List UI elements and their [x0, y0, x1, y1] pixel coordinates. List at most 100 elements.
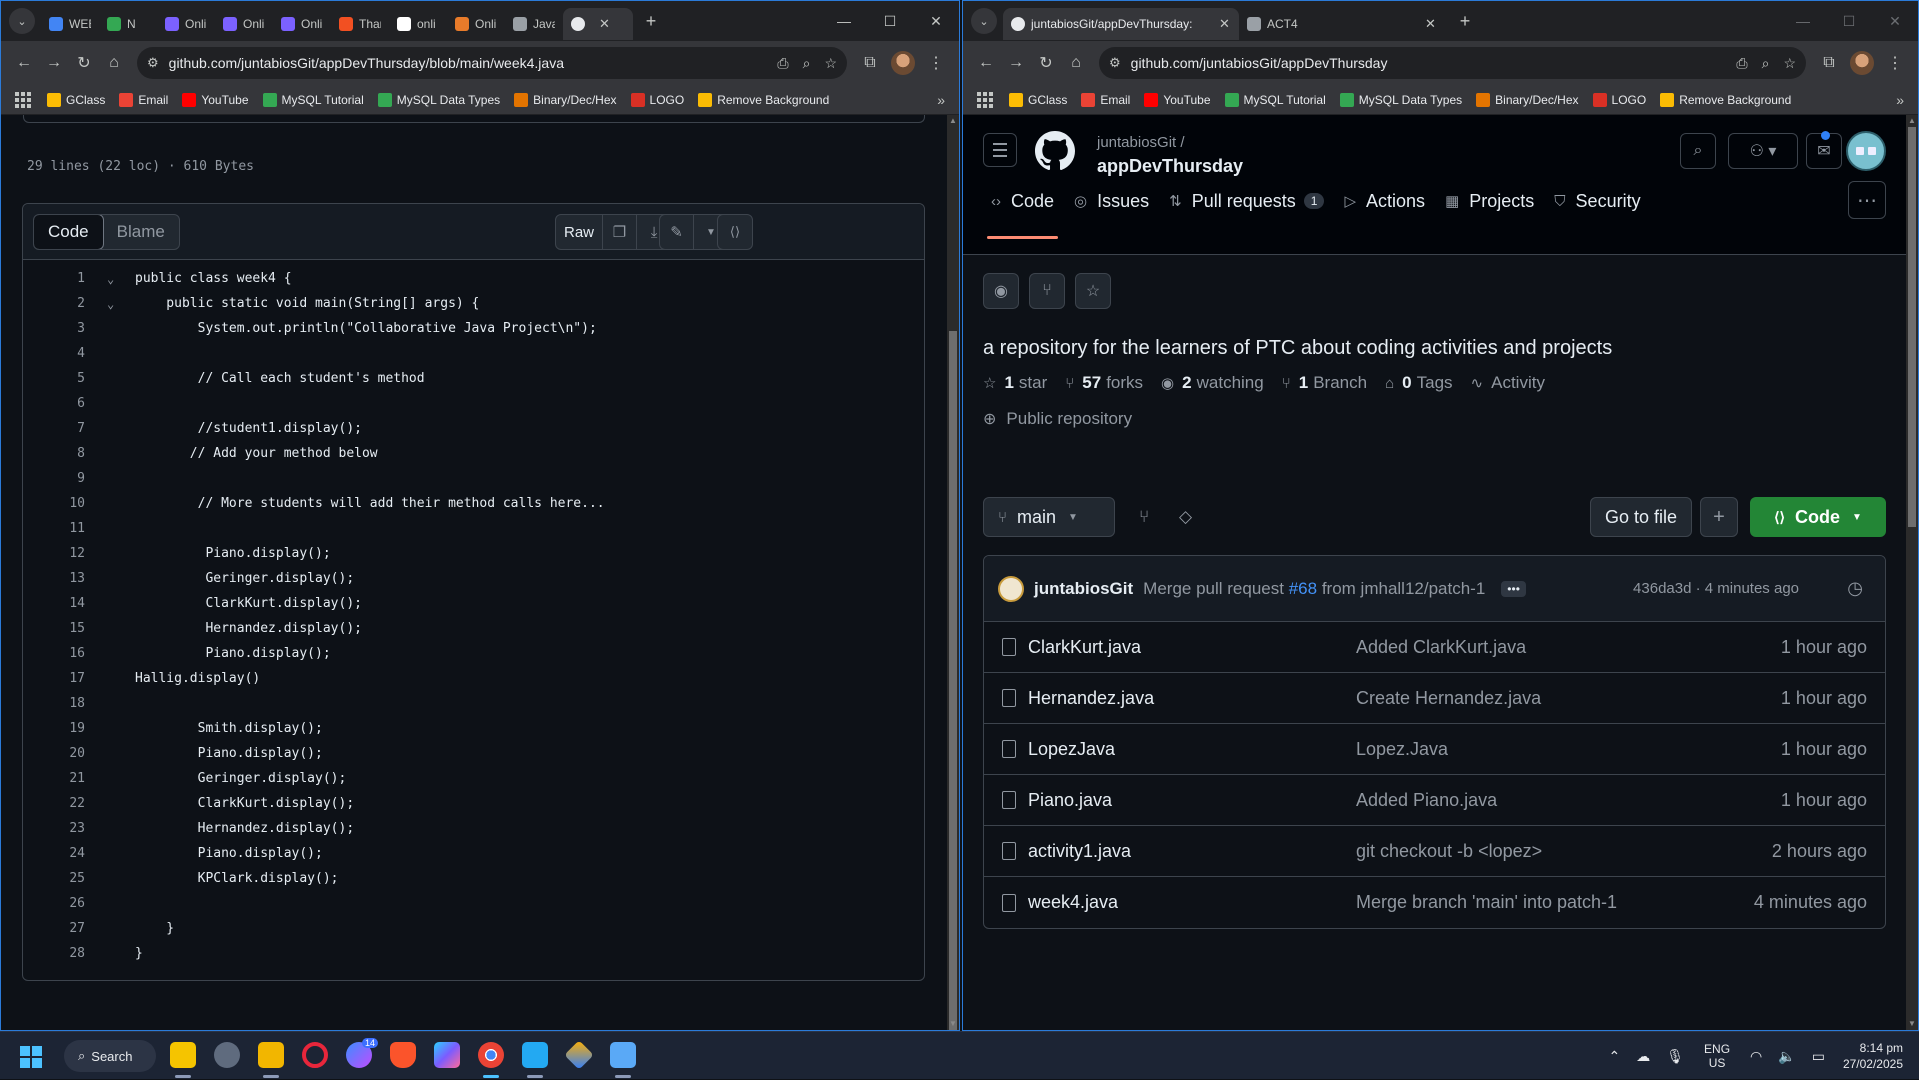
profile-avatar[interactable] [891, 51, 915, 75]
file-name-link[interactable]: Piano.java [1028, 790, 1356, 811]
repo-name-link[interactable]: appDevThursday [1097, 156, 1243, 177]
scroll-down-icon[interactable]: ▼ [947, 1018, 959, 1030]
new-tab-button[interactable]: + [637, 7, 665, 35]
line-number[interactable]: 12 [23, 546, 95, 561]
line-number[interactable]: 7 [23, 421, 95, 436]
line-number[interactable]: 1 [23, 271, 95, 286]
bookmark-item[interactable]: LOGO [1592, 92, 1646, 107]
onedrive-icon[interactable]: ☁ [1636, 1048, 1650, 1065]
history-icon[interactable]: ◷ [1847, 578, 1863, 599]
raw-button[interactable]: Raw [556, 215, 604, 249]
line-number[interactable]: 18 [23, 696, 95, 711]
go-to-file-button[interactable]: Go to file [1589, 497, 1692, 537]
home-icon[interactable]: ⌂ [1061, 48, 1091, 78]
line-number[interactable]: 11 [23, 521, 95, 536]
close-tab-icon[interactable]: ✕ [1219, 16, 1230, 32]
clock[interactable]: 8:14 pm 27/02/2025 [1843, 1040, 1903, 1072]
repo-tab-pull-requests[interactable]: ⇅ Pull requests 1 [1159, 183, 1334, 219]
tab-active-java[interactable]: ✕ [563, 8, 633, 40]
fork-icon[interactable]: ⑂ [1029, 273, 1065, 309]
browser-tab[interactable]: Onli [157, 8, 215, 40]
watch-eye-icon[interactable]: ◉ [983, 273, 1019, 309]
tab-blame[interactable]: Blame [103, 215, 179, 249]
site-info-icon[interactable]: ⚙ [1109, 55, 1121, 71]
tab-search-button[interactable]: ⌄ [9, 8, 35, 34]
branches-icon[interactable]: ⑂ [1139, 497, 1149, 537]
file-commit-message[interactable]: Merge branch 'main' into patch-1 [1356, 892, 1617, 913]
line-number[interactable]: 15 [23, 621, 95, 636]
back-icon[interactable]: ← [9, 48, 39, 78]
file-name-link[interactable]: ClarkKurt.java [1028, 637, 1356, 658]
github-logo-icon[interactable] [1035, 131, 1075, 171]
bookmark-item[interactable]: Remove Background [1660, 92, 1791, 107]
bookmark-item[interactable]: MySQL Tutorial [1224, 92, 1326, 107]
bookmark-item[interactable]: Email [1081, 92, 1130, 107]
scroll-thumb[interactable] [1908, 127, 1916, 527]
line-number[interactable]: 22 [23, 796, 95, 811]
bookmark-star-icon[interactable]: ☆ [824, 55, 837, 72]
forward-icon[interactable]: → [39, 48, 69, 78]
home-icon[interactable]: ⌂ [99, 48, 129, 78]
line-number[interactable]: 27 [23, 921, 95, 936]
sticky-notes-icon[interactable] [170, 1042, 196, 1068]
apps-icon[interactable] [15, 91, 31, 108]
copilot-app-icon[interactable] [434, 1042, 460, 1068]
commit-hash-time[interactable]: 436da3d · 4 minutes ago [1633, 580, 1799, 597]
line-number[interactable]: 6 [23, 396, 95, 411]
scroll-up-icon[interactable]: ▲ [1906, 115, 1918, 127]
menu-icon[interactable]: ⋮ [921, 48, 951, 78]
line-number[interactable]: 8 [23, 446, 95, 461]
minimize-icon[interactable]: — [1780, 1, 1826, 41]
code-dropdown-button[interactable]: ⟨⟩ Code ▼ [1750, 497, 1886, 537]
user-avatar[interactable] [1846, 131, 1886, 171]
chrome-icon[interactable] [478, 1042, 504, 1068]
wifi-icon[interactable]: ◠ [1750, 1048, 1762, 1065]
browser-tab[interactable]: Thar [331, 8, 389, 40]
microphone-icon[interactable]: 🎙 [1666, 1048, 1684, 1065]
line-number[interactable]: 16 [23, 646, 95, 661]
back-icon[interactable]: ← [971, 48, 1001, 78]
repo-tab-issues[interactable]: ◎ Issues [1064, 183, 1159, 219]
scroll-down-icon[interactable]: ▼ [1906, 1018, 1918, 1030]
line-number[interactable]: 9 [23, 471, 95, 486]
bookmark-item[interactable]: YouTube [1144, 92, 1211, 107]
more-bookmarks-icon[interactable]: » [1896, 92, 1904, 108]
stars-link[interactable]: ☆ 1 star [983, 373, 1047, 393]
scrollbar[interactable]: ▲ ▼ [1906, 115, 1918, 1030]
bookmark-item[interactable]: Binary/Dec/Hex [514, 92, 617, 107]
file-name-link[interactable]: LopezJava [1028, 739, 1356, 760]
tab-search-button[interactable]: ⌄ [971, 8, 997, 34]
file-commit-message[interactable]: Create Hernandez.java [1356, 688, 1541, 709]
line-number[interactable]: 21 [23, 771, 95, 786]
hamburger-menu-icon[interactable] [983, 133, 1017, 167]
pr-link[interactable]: #68 [1289, 579, 1317, 598]
tags-link[interactable]: ⌂ 0 Tags [1385, 373, 1452, 393]
install-app-icon[interactable]: ⎙ [1736, 55, 1747, 72]
file-commit-message[interactable]: git checkout -b <lopez> [1356, 841, 1542, 862]
maximize-icon[interactable]: ☐ [1826, 1, 1872, 41]
fold-chevron-icon[interactable]: ⌄ [95, 272, 135, 286]
opera-icon[interactable] [302, 1042, 328, 1068]
language-indicator[interactable]: ENG US [1704, 1042, 1730, 1070]
menu-icon[interactable]: ⋮ [1880, 48, 1910, 78]
minimize-icon[interactable]: — [821, 1, 867, 41]
tab-code[interactable]: Code [33, 215, 104, 249]
close-tab-icon[interactable]: ✕ [1425, 16, 1436, 32]
scrollbar[interactable]: ▲ ▼ [947, 115, 959, 1030]
browser-tab[interactable]: N [99, 8, 157, 40]
branches-link[interactable]: ⑂ 1 Branch [1282, 373, 1367, 393]
activity-link[interactable]: ∿ Activity [1471, 373, 1545, 393]
settings-gear-icon[interactable] [214, 1042, 240, 1068]
file-name-link[interactable]: activity1.java [1028, 841, 1356, 862]
copy-icon[interactable]: ❐ [603, 215, 638, 249]
repo-tab-code[interactable]: ‹› Code [981, 183, 1064, 239]
line-number[interactable]: 24 [23, 846, 95, 861]
committer-avatar[interactable] [998, 575, 1024, 602]
volume-icon[interactable]: 🔈 [1778, 1048, 1795, 1065]
zoom-icon[interactable]: ⌕ [803, 55, 811, 72]
tab-repo[interactable]: juntabiosGit/appDevThursday: ✕ [1003, 8, 1239, 40]
branch-selector[interactable]: ⑂ main ▼ [983, 497, 1115, 537]
bookmark-star-icon[interactable]: ☆ [1783, 55, 1796, 72]
repo-tab-projects[interactable]: ▦ Projects [1435, 183, 1544, 219]
line-number[interactable]: 19 [23, 721, 95, 736]
